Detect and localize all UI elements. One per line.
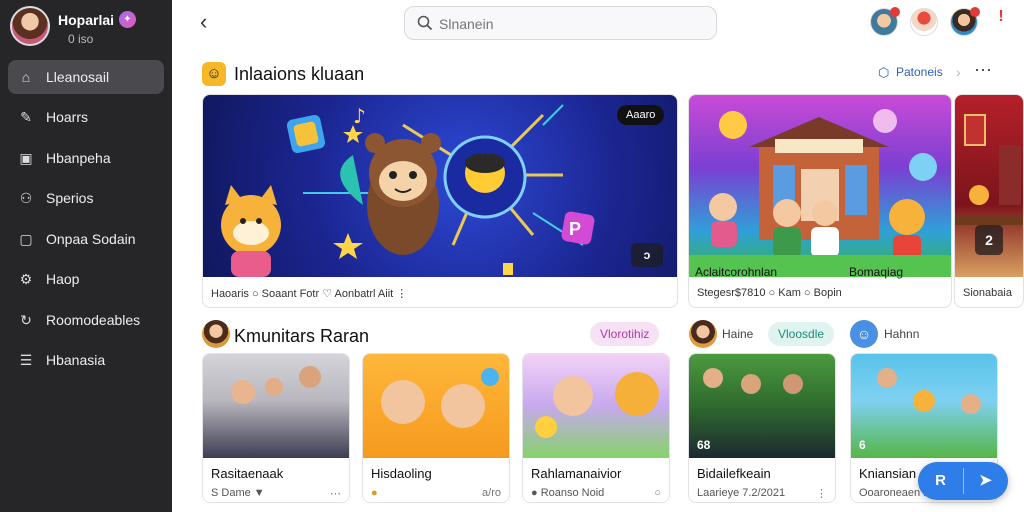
- cartoon-photo: [523, 354, 669, 458]
- featured-card-main[interactable]: P ♪ Aaaro ↄ Haoaris ○ Soaant Fotr ♡ Aonb…: [202, 94, 678, 308]
- school-title: Aclaitcorohnlan: [695, 265, 778, 279]
- more-options-icon[interactable]: ⋯: [974, 60, 993, 81]
- sidebar-item-hbanasia[interactable]: ☰ Hbanasia: [8, 343, 164, 377]
- sidebar-item-label: Hoarrs: [46, 109, 89, 125]
- user-label-hahnn[interactable]: Hahnn: [884, 327, 919, 341]
- school-illustration: [689, 95, 951, 277]
- card-meta: S Dame ▼: [211, 487, 265, 499]
- fab-left-button[interactable]: R: [918, 462, 963, 500]
- featured-section-title: Inlaaions kluaan: [234, 64, 365, 84]
- sidebar-item-label: Hbanpeha: [46, 150, 111, 166]
- featured-counter: ↄ: [631, 243, 663, 267]
- sidebar-item-hbanpeha[interactable]: ▣ Hbanpeha: [8, 141, 164, 175]
- community-card[interactable]: Rahlamanaivior ● Roanso Noid ○: [522, 353, 670, 503]
- sidebar-item-roomodeables[interactable]: ↻ Roomodeables: [8, 303, 164, 337]
- sparkle-badge-icon: ✦: [119, 11, 136, 28]
- smiley-icon: ☺: [202, 62, 226, 86]
- chip-filter-teal[interactable]: Vloosdle: [768, 322, 835, 346]
- card-title: Rasitaenaak: [211, 466, 284, 481]
- community-card[interactable]: Rasitaenaak S Dame ▼ ⋯: [202, 353, 350, 503]
- card-side-label: a/ro: [482, 487, 501, 499]
- partial-caption: Sionabaia: [963, 287, 1012, 299]
- profile-name: Hoparlai: [58, 12, 115, 28]
- community-card[interactable]: 68 Bidailefkeain Laarieye 7.2/2021 ⋮: [688, 353, 836, 503]
- gear-icon: ⚙: [19, 271, 33, 287]
- sidebar-item-lleanosail[interactable]: ⌂ Lleanosail: [8, 60, 164, 94]
- home-icon: ⌂: [21, 69, 31, 85]
- square-icon: ▢: [19, 231, 33, 247]
- profile-subtitle: 0 iso: [68, 32, 94, 46]
- profile-header[interactable]: Hoparlai ✦ 0 iso: [10, 6, 170, 50]
- search-icon: [417, 15, 433, 31]
- sidebar-item-label: Hbanasia: [46, 352, 106, 368]
- featured-link[interactable]: Patoneis: [896, 65, 943, 79]
- sidebar: Hoparlai ✦ 0 iso ⌂ Lleanosail ✎ Hoarrs ▣…: [0, 0, 172, 512]
- cartoon-photo: [363, 354, 509, 458]
- search-input[interactable]: [439, 14, 699, 34]
- featured-card-school[interactable]: Aclaitcorohnlan Bomaqiag Stegesr$7810 ○ …: [688, 94, 952, 308]
- refresh-icon: ↻: [20, 312, 32, 328]
- group-photo: [689, 354, 835, 458]
- chevron-right-icon[interactable]: ›: [956, 64, 961, 80]
- cartoon-scene: P ♪: [221, 104, 595, 277]
- featured-caption: Haoaris ○ Soaant Fotr ♡ Aonbatrl Aiit ⋮: [211, 288, 408, 300]
- sidebar-item-sperios[interactable]: ⚇ Sperios: [8, 181, 164, 215]
- sidebar-item-haop[interactable]: ⚙ Haop: [8, 262, 164, 296]
- more-options-icon[interactable]: ⋮: [816, 487, 827, 500]
- sidebar-item-label: Sperios: [46, 190, 94, 206]
- sidebar-item-label: Lleanosail: [46, 69, 110, 85]
- link-icon: ⬡: [878, 65, 890, 80]
- partial-counter: 2: [975, 225, 1003, 255]
- school-title-2: Bomaqiag: [849, 265, 904, 279]
- school-scene: [689, 109, 951, 277]
- avatar[interactable]: [10, 6, 50, 46]
- school-caption: Stegesr$7810 ○ Kam ○ Bopin: [697, 287, 842, 299]
- card-title: Rahlamanaivior: [531, 466, 622, 481]
- alert-icon[interactable]: !: [994, 8, 1008, 32]
- header-avatar-2[interactable]: [910, 8, 938, 36]
- card-side-icon: ○: [654, 487, 661, 499]
- card-meta: ● Roanso Noid: [531, 487, 605, 499]
- video-duration: 6: [859, 438, 866, 452]
- notification-dot: [970, 7, 980, 17]
- list-icon: ☰: [19, 352, 33, 368]
- group-photo: [203, 354, 349, 458]
- card-meta: Laarieye 7.2/2021: [697, 487, 786, 499]
- card-title: Hisdaoling: [371, 466, 432, 481]
- back-arrow-icon[interactable]: ‹: [200, 10, 207, 34]
- sidebar-item-label: Haop: [46, 271, 80, 287]
- sidebar-item-label: Onpaa Sodain: [46, 231, 136, 247]
- main-content: ‹ ! ☺ Inlaaions kluaan ⬡ Patoneis › ⋯: [172, 0, 1024, 512]
- search-bar[interactable]: [404, 6, 717, 40]
- header-avatar-3[interactable]: [950, 7, 980, 36]
- house-icon: ▣: [19, 150, 33, 166]
- featured-card-partial[interactable]: 2 Sionabaia: [954, 94, 1024, 308]
- header-avatar-1[interactable]: [870, 7, 900, 36]
- people-icon: ⚇: [19, 190, 33, 206]
- card-meta: ●: [371, 487, 378, 499]
- chip-filter-pink[interactable]: Vlorotihiz: [590, 322, 660, 346]
- card-title: Bidailefkeain: [697, 466, 771, 481]
- user-avatar-haine[interactable]: [689, 320, 717, 348]
- community-avatar[interactable]: [202, 320, 230, 348]
- video-duration: 68: [697, 438, 711, 452]
- sidebar-item-label: Roomodeables: [46, 312, 141, 328]
- svg-text:P: P: [569, 219, 581, 239]
- more-options-icon[interactable]: ⋯: [330, 487, 341, 500]
- community-section-title: Kmunitars Raran: [234, 326, 370, 346]
- user-avatar-hahnn[interactable]: ☺: [850, 320, 878, 348]
- group-photo: [851, 354, 997, 458]
- card-title: Kniansian: [859, 466, 917, 481]
- featured-illustration: P ♪: [203, 95, 677, 277]
- notification-dot: [890, 7, 900, 17]
- sidebar-item-onpaa-sodain[interactable]: ▢ Onpaa Sodain: [8, 222, 164, 256]
- user-label-haine[interactable]: Haine: [722, 327, 753, 341]
- send-icon[interactable]: ➤: [963, 462, 1008, 500]
- sidebar-item-hoarrs[interactable]: ✎ Hoarrs: [8, 100, 164, 134]
- featured-tag: Aaaro: [617, 105, 665, 125]
- wrench-icon: ✎: [20, 109, 32, 125]
- floating-action-button[interactable]: R ➤: [918, 462, 1008, 500]
- community-card[interactable]: Hisdaoling ● a/ro: [362, 353, 510, 503]
- svg-text:♪: ♪: [353, 104, 366, 128]
